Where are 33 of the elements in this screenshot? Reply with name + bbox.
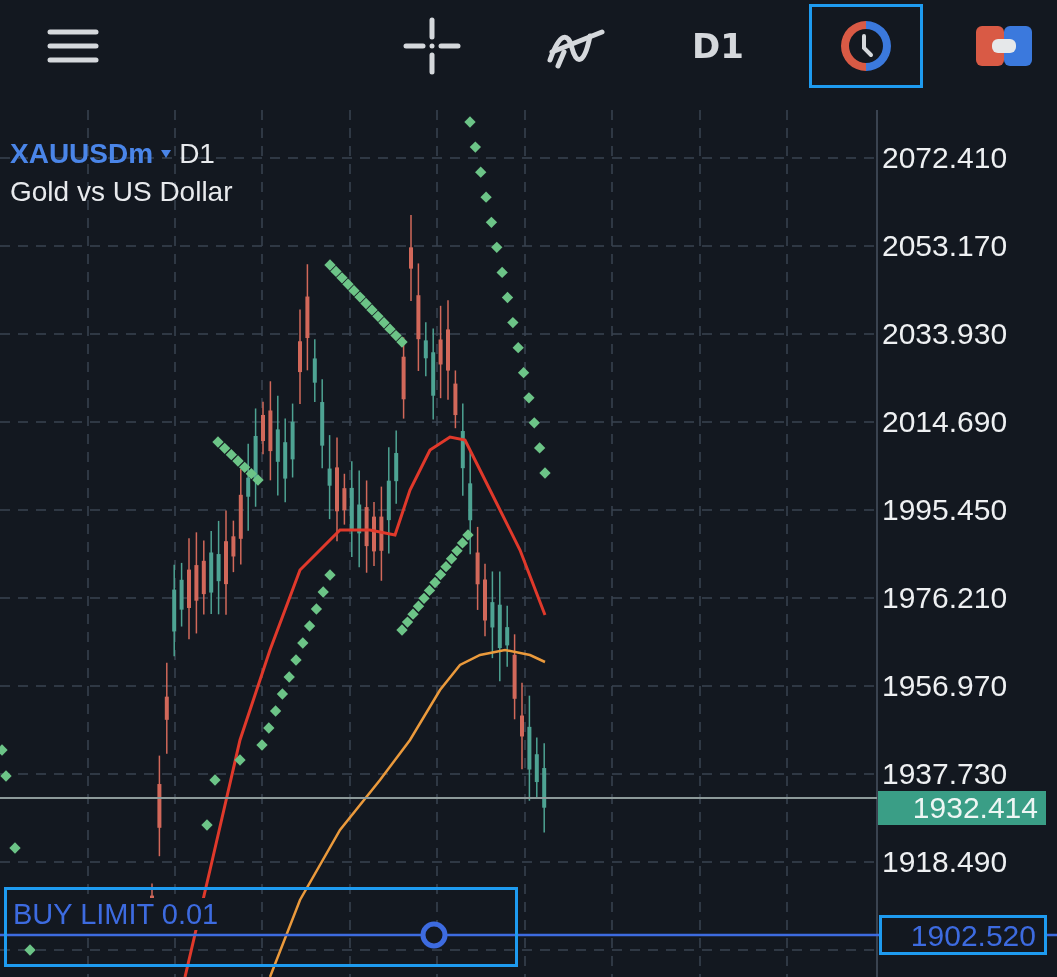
menu-icon	[47, 28, 99, 64]
candle	[261, 400, 265, 456]
order-price-tag[interactable]: 1902.520	[879, 915, 1047, 955]
candle	[342, 473, 347, 526]
price-axis-label: 1995.450	[882, 493, 1008, 527]
price-axis-label: 1956.970	[882, 669, 1008, 703]
price-axis-label: 1937.730	[882, 757, 1008, 791]
price-axis-label: 1918.490	[882, 845, 1008, 879]
price-axis-label: 2033.930	[882, 317, 1008, 351]
candle	[372, 501, 376, 567]
current-price-tag: 1932.414	[878, 791, 1046, 825]
price-axis-label: 2014.690	[882, 405, 1008, 439]
symbol-ticker[interactable]: XAUUSDm	[10, 138, 154, 170]
candle	[505, 604, 510, 668]
timeframe-button[interactable]: D1	[684, 4, 752, 88]
buy-sell-icon	[976, 26, 1032, 66]
price-axis-label: 2072.410	[882, 141, 1008, 175]
candle	[534, 736, 539, 800]
symbol-description: Gold vs US Dollar	[10, 176, 233, 208]
order-label: BUY LIMIT 0.01	[13, 898, 219, 930]
order-label-box[interactable]: BUY LIMIT 0.01	[4, 887, 518, 967]
clock-button[interactable]	[809, 4, 923, 88]
crosshair-icon	[403, 17, 461, 75]
candle	[312, 338, 317, 403]
price-axis-label: 1976.210	[882, 581, 1008, 615]
candle	[231, 519, 236, 573]
drag-handle-icon[interactable]	[420, 921, 448, 949]
symbol-timeframe: D1	[179, 138, 215, 170]
price-axis-label: 2053.170	[882, 229, 1008, 263]
candle	[179, 562, 184, 628]
caret-icon[interactable]	[161, 150, 172, 158]
candle	[423, 321, 428, 378]
candle	[453, 369, 458, 429]
